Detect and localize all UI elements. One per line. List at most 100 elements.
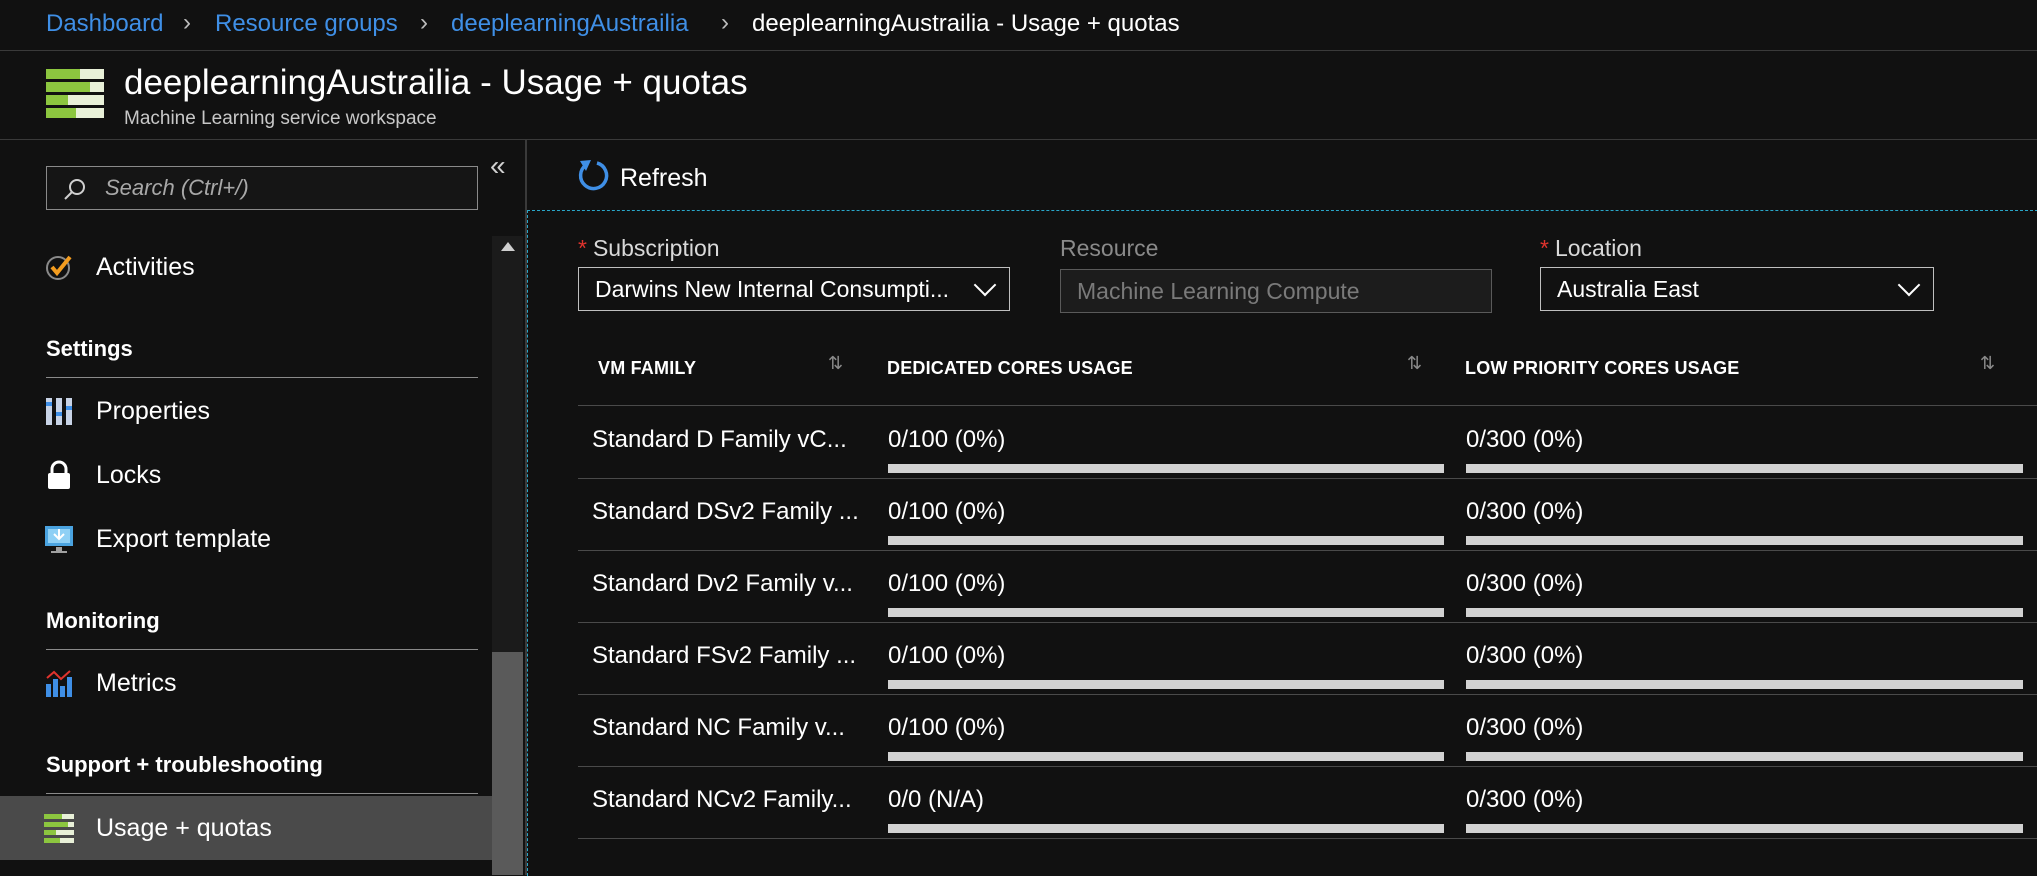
sidebar-item-properties[interactable]: Properties	[0, 382, 492, 442]
chevron-down-icon	[973, 273, 997, 297]
resource-label: Resource	[1060, 235, 1159, 261]
table-row[interactable]: Standard D Family vC... 0/100 (0%) 0/300 (…	[578, 406, 2037, 479]
location-dropdown[interactable]: Australia East	[1540, 267, 1934, 311]
activities-check-icon	[46, 255, 72, 280]
dedicated-usage-cell: 0/0 (N/A)	[888, 786, 985, 813]
column-header-low-priority-cores[interactable]: LOW PRIORITY CORES USAGE	[1465, 358, 1740, 379]
sidebar-item-usage-quotas[interactable]: Usage + quotas	[0, 796, 492, 860]
table-row[interactable]: Standard Dv2 Family v... 0/100 (0%) 0/300 …	[578, 550, 2037, 623]
dedicated-usage-bar	[888, 680, 1444, 689]
low-priority-usage-bar	[1466, 824, 2023, 833]
usage-quotas-icon	[44, 814, 74, 843]
subscription-value: Darwins New Internal Consumpti...	[595, 276, 950, 302]
vm-family-cell: Standard NCv2 Family...	[592, 786, 852, 813]
export-template-icon	[45, 526, 73, 553]
vm-family-cell: Standard NC Family v...	[592, 714, 845, 741]
section-title-settings: Settings	[46, 336, 133, 361]
table-row[interactable]: Standard NC Family v... 0/100 (0%) 0/300 (…	[578, 694, 2037, 767]
chevron-right-icon: ›	[721, 9, 729, 36]
sort-icon[interactable]: ⇅	[828, 353, 843, 374]
metrics-chart-icon	[46, 670, 72, 697]
sort-icon[interactable]: ⇅	[1407, 353, 1422, 374]
vm-family-cell: Standard DSv2 Family ...	[592, 498, 859, 525]
page-subtitle: Machine Learning service workspace	[124, 108, 437, 129]
search-input[interactable]	[103, 167, 467, 209]
low-priority-usage-cell: 0/300 (0%)	[1466, 426, 1584, 453]
chevron-down-icon	[1897, 273, 1921, 297]
sidebar-item-metrics[interactable]: Metrics	[0, 654, 492, 714]
toolbar: Refresh	[527, 140, 2037, 210]
dedicated-usage-cell: 0/100 (0%)	[888, 714, 1006, 741]
usage-quotas-icon	[46, 69, 104, 118]
dedicated-usage-bar	[888, 752, 1444, 761]
vm-family-cell: Standard FSv2 Family ...	[592, 642, 857, 669]
required-asterisk: *	[1540, 235, 1549, 261]
subscription-dropdown[interactable]: Darwins New Internal Consumpti...	[578, 267, 1010, 311]
dedicated-usage-bar	[888, 536, 1444, 545]
dedicated-usage-cell: 0/100 (0%)	[888, 426, 1006, 453]
sidebar-scrollbar[interactable]	[492, 236, 523, 875]
dedicated-usage-bar	[888, 824, 1444, 833]
vm-family-cell: Standard Dv2 Family v...	[592, 570, 853, 597]
table-row[interactable]: Standard FSv2 Family ... 0/100 (0%) 0/300 …	[578, 622, 2037, 695]
low-priority-usage-cell: 0/300 (0%)	[1466, 498, 1584, 525]
column-header-vm-family[interactable]: VM FAMILY	[598, 358, 696, 379]
low-priority-usage-bar	[1466, 680, 2023, 689]
breadcrumb-link-dashboard[interactable]: Dashboard	[46, 10, 163, 38]
breadcrumb-link-resource-groups[interactable]: Resource groups	[215, 10, 398, 38]
vm-family-cell: Standard D Family vC...	[592, 426, 847, 453]
refresh-icon	[578, 160, 609, 191]
section-divider	[46, 649, 478, 650]
dedicated-usage-bar	[888, 608, 1444, 617]
sidebar-item-label: Locks	[96, 461, 162, 489]
low-priority-usage-bar	[1466, 752, 2023, 761]
table-row[interactable]: Standard NCv2 Family... 0/0 (N/A) 0/300 (0…	[578, 766, 2037, 839]
low-priority-usage-cell: 0/300 (0%)	[1466, 570, 1584, 597]
sidebar-item-label: Usage + quotas	[96, 814, 272, 842]
lock-icon	[48, 460, 70, 489]
search-icon	[64, 179, 85, 200]
sidebar-item-label: Metrics	[96, 669, 177, 697]
column-header-dedicated-cores[interactable]: DEDICATED CORES USAGE	[887, 358, 1133, 379]
low-priority-usage-bar	[1466, 464, 2023, 473]
scrollbar-thumb[interactable]	[492, 652, 523, 875]
resource-field: Machine Learning Compute	[1060, 269, 1492, 313]
required-asterisk: *	[578, 235, 587, 261]
subscription-label: * Subscription	[578, 235, 720, 261]
section-title-monitoring: Monitoring	[46, 608, 160, 633]
sidebar-item-label: Properties	[96, 397, 210, 425]
page-title: deeplearningAustrailia - Usage + quotas	[124, 63, 748, 102]
refresh-button[interactable]: Refresh	[577, 156, 777, 198]
section-title-support: Support + troubleshooting	[46, 752, 323, 777]
dedicated-usage-cell: 0/100 (0%)	[888, 498, 1006, 525]
sidebar-item-locks[interactable]: Locks	[0, 446, 492, 506]
section-divider	[46, 793, 478, 794]
location-value: Australia East	[1557, 276, 1699, 302]
low-priority-usage-cell: 0/300 (0%)	[1466, 642, 1584, 669]
breadcrumb-current: deeplearningAustrailia - Usage + quotas	[752, 10, 1180, 37]
scroll-up-arrow-icon[interactable]	[501, 242, 515, 251]
table-row[interactable]: Standard DSv2 Family ... 0/100 (0%) 0/300 …	[578, 478, 2037, 551]
blade-header: deeplearningAustrailia - Usage + quotas …	[0, 51, 2037, 140]
low-priority-usage-cell: 0/300 (0%)	[1466, 714, 1584, 741]
collapse-sidebar-icon[interactable]: «	[490, 150, 506, 182]
chevron-right-icon: ›	[183, 9, 191, 36]
breadcrumb: Dashboard › Resource groups › deeplearni…	[0, 0, 2037, 51]
dedicated-usage-cell: 0/100 (0%)	[888, 642, 1006, 669]
sidebar: « Activities Settings Properties Locks	[0, 140, 527, 875]
low-priority-usage-bar	[1466, 608, 2023, 617]
sidebar-item-activities[interactable]: Activities	[0, 238, 492, 298]
search-box[interactable]	[46, 166, 478, 210]
resource-value: Machine Learning Compute	[1077, 278, 1360, 304]
low-priority-usage-cell: 0/300 (0%)	[1466, 786, 1584, 813]
refresh-label: Refresh	[620, 164, 708, 192]
sidebar-item-export-template[interactable]: Export template	[0, 510, 492, 570]
sort-icon[interactable]: ⇅	[1980, 353, 1995, 374]
sidebar-item-label: Activities	[96, 253, 195, 281]
breadcrumb-link-workspace[interactable]: deeplearningAustrailia	[451, 10, 689, 38]
section-divider	[46, 377, 478, 378]
low-priority-usage-bar	[1466, 536, 2023, 545]
dedicated-usage-cell: 0/100 (0%)	[888, 570, 1006, 597]
location-label: * Location	[1540, 235, 1642, 261]
usage-panel: * Subscription Darwins New Internal Consu…	[527, 210, 2037, 876]
